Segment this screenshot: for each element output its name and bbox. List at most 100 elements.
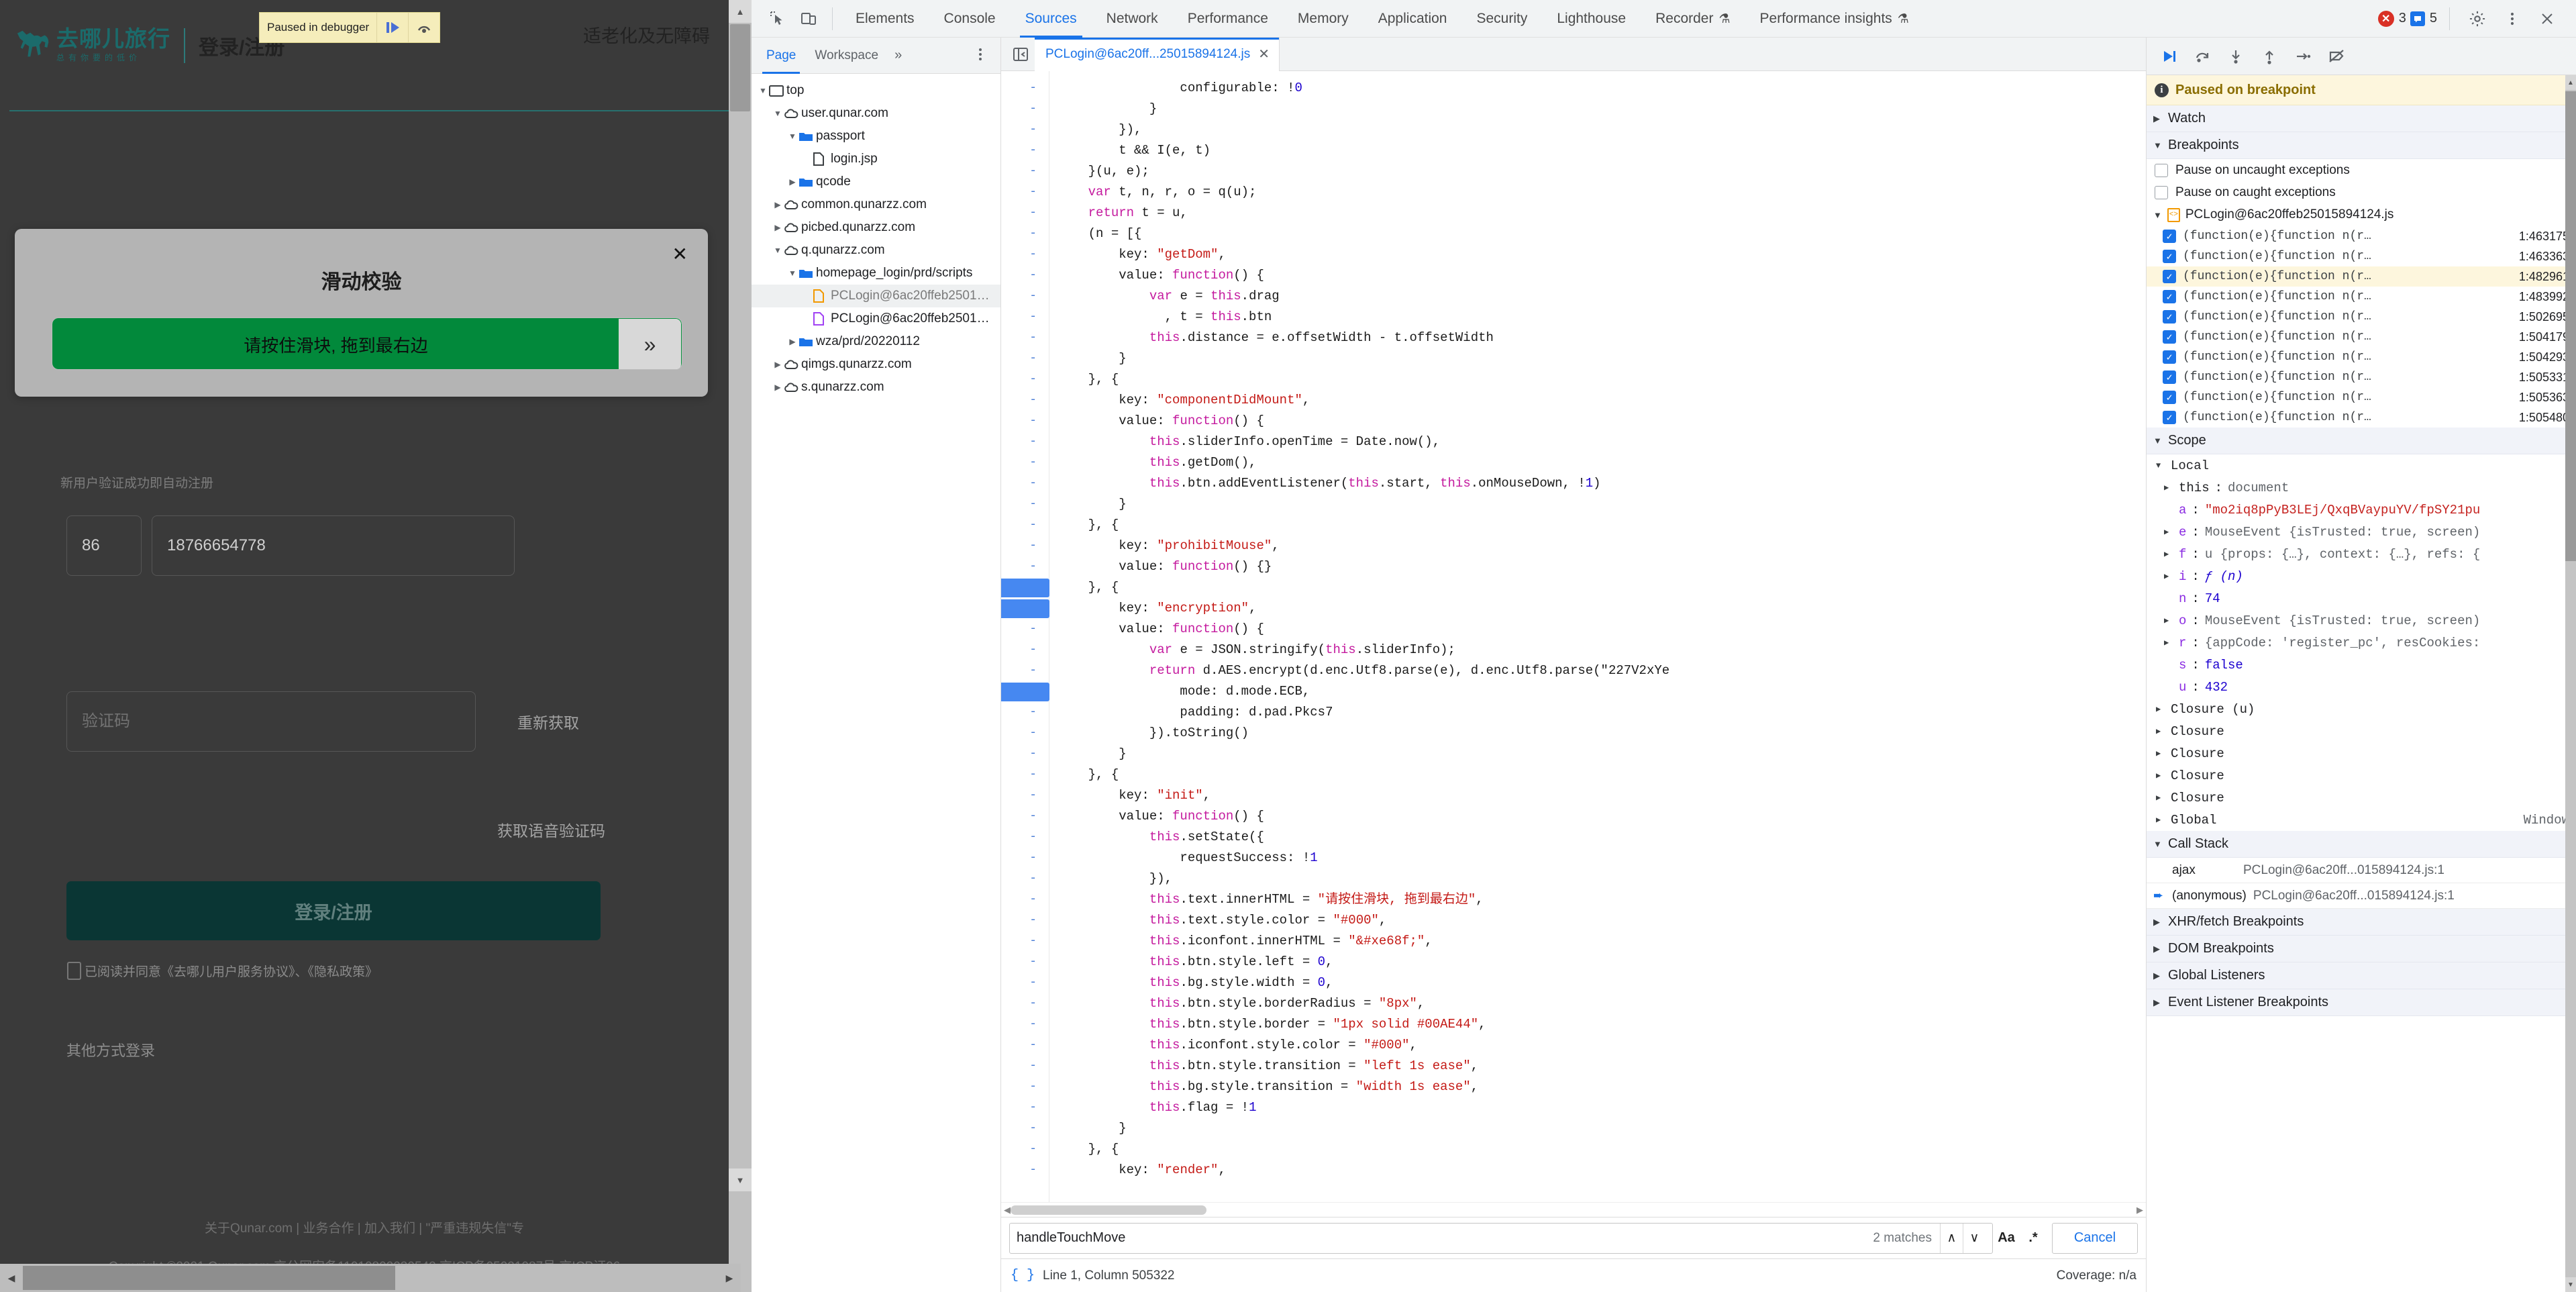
breakpoint-row[interactable]: ✓ (function(e){function n(r… 1:482961 bbox=[2147, 266, 2576, 287]
resume-script-icon[interactable] bbox=[2153, 41, 2184, 72]
editor-horizontal-scrollbar[interactable]: ◀ ▶ bbox=[1001, 1202, 2146, 1217]
step-into-icon[interactable] bbox=[2220, 41, 2251, 72]
chevron-right-icon[interactable]: ▶ bbox=[2164, 638, 2173, 648]
tab-elements[interactable]: Elements bbox=[841, 0, 929, 38]
country-code-input[interactable] bbox=[66, 515, 142, 576]
qunar-logo[interactable]: 去哪儿旅行 总有你要的低价 bbox=[15, 26, 170, 66]
chevron-double-right-icon[interactable]: » bbox=[888, 48, 909, 63]
file-tree-node[interactable]: PCLogin@6ac20ffeb2501589 bbox=[752, 285, 1000, 307]
breakpoint-row[interactable]: ✓ (function(e){function n(r… 1:505331 bbox=[2147, 367, 2576, 387]
file-tree-node[interactable]: ▶ wza/prd/20220112 bbox=[752, 330, 1000, 353]
tab-lighthouse[interactable]: Lighthouse bbox=[1542, 0, 1641, 38]
scope-global[interactable]: ▶ Global Window bbox=[2147, 809, 2576, 831]
section-scope[interactable]: ▼ Scope bbox=[2147, 428, 2576, 454]
more-options-icon[interactable] bbox=[2497, 3, 2528, 34]
file-tree-node[interactable]: ▶ s.qunarzz.com bbox=[752, 376, 1000, 399]
scroll-left-arrow[interactable]: ◀ bbox=[0, 1264, 23, 1292]
pause-caught-row[interactable]: Pause on caught exceptions bbox=[2147, 181, 2576, 203]
tab-sources[interactable]: Sources bbox=[1011, 0, 1092, 38]
file-tree-node[interactable]: ▶ qimgs.qunarzz.com bbox=[752, 353, 1000, 376]
other-login-methods-label[interactable]: 其他方式登录 bbox=[66, 1039, 155, 1060]
chevron-down-icon[interactable]: ▼ bbox=[786, 132, 798, 141]
scroll-down-arrow[interactable]: ▼ bbox=[2565, 1277, 2576, 1292]
tab-workspace[interactable]: Workspace bbox=[805, 38, 888, 74]
chevron-right-icon[interactable]: ▶ bbox=[786, 177, 798, 187]
editor-scroll-thumb[interactable] bbox=[1011, 1205, 1206, 1215]
code-content[interactable]: configurable: !0 } }), t && I(e, t) }(u,… bbox=[1049, 71, 2146, 1202]
chevron-down-icon[interactable]: ▼ bbox=[772, 109, 784, 118]
footer-links[interactable]: 关于Qunar.com | 业务合作 | 加入我们 | "严重违规失信"专 bbox=[0, 1218, 729, 1236]
file-tree-node[interactable]: ▼ passport bbox=[752, 125, 1000, 148]
file-tree-node[interactable]: ▶ qcode bbox=[752, 170, 1000, 193]
close-icon[interactable] bbox=[2532, 3, 2563, 34]
chevron-right-icon[interactable]: ▶ bbox=[772, 223, 784, 232]
closure-scope-row[interactable]: ▶ Closure bbox=[2147, 764, 2576, 787]
checkbox[interactable] bbox=[2155, 185, 2168, 199]
inspect-element-icon[interactable] bbox=[762, 3, 793, 34]
scroll-right-arrow[interactable]: ▶ bbox=[2134, 1203, 2146, 1218]
agreement-checkbox[interactable] bbox=[67, 962, 81, 980]
vertical-scroll-thumb[interactable] bbox=[730, 24, 750, 111]
chevron-right-icon[interactable]: ▶ bbox=[2164, 483, 2173, 493]
section-dom-breakpoints[interactable]: ▶ DOM Breakpoints bbox=[2147, 936, 2576, 962]
scope-variable-row[interactable]: ▶ i: ƒ (n) bbox=[2147, 565, 2576, 587]
section-xhr-breakpoints[interactable]: ▶ XHR/fetch Breakpoints bbox=[2147, 909, 2576, 936]
debugger-scrollbar[interactable]: ▲ ▼ bbox=[2565, 75, 2576, 1292]
file-tree-node[interactable]: ▼ q.qunarzz.com bbox=[752, 239, 1000, 262]
device-toolbar-icon[interactable] bbox=[793, 3, 824, 34]
file-tree-node[interactable]: ▶ picbed.qunarzz.com bbox=[752, 216, 1000, 239]
checkbox[interactable]: ✓ bbox=[2163, 270, 2176, 283]
section-call-stack[interactable]: ▼ Call Stack bbox=[2147, 831, 2576, 858]
tab-application[interactable]: Application bbox=[1363, 0, 1462, 38]
step-out-icon[interactable] bbox=[2254, 41, 2285, 72]
close-icon[interactable]: ✕ bbox=[672, 245, 688, 264]
checkbox[interactable] bbox=[2155, 163, 2168, 177]
error-count-badge[interactable]: ✕ 3 bbox=[2377, 10, 2406, 27]
closure-scope-row[interactable]: ▶ Closure (u) bbox=[2147, 698, 2576, 720]
breakpoint-row[interactable]: ✓ (function(e){function n(r… 1:504293 bbox=[2147, 347, 2576, 367]
scroll-right-arrow[interactable]: ▶ bbox=[718, 1264, 741, 1292]
message-count-badge[interactable]: 5 bbox=[2410, 11, 2437, 26]
editor-tab-pclogin[interactable]: PCLogin@6ac20ff...25015894124.js ✕ bbox=[1035, 37, 1280, 71]
scope-group-local[interactable]: ▼ Local bbox=[2147, 454, 2576, 477]
breakpoint-marker[interactable] bbox=[1001, 579, 1049, 597]
scope-variable-row[interactable]: ▶ f: u {props: {…}, context: {…}, refs: { bbox=[2147, 543, 2576, 565]
close-icon[interactable]: ✕ bbox=[1258, 46, 1270, 62]
chevron-down-icon[interactable]: ▼ bbox=[757, 86, 769, 95]
scope-variable-row[interactable]: a: "mo2iq8pPyB3LEj/QxqBVaypuYV/fpSY21pu bbox=[2147, 499, 2576, 521]
debugger-scroll-thumb[interactable] bbox=[2565, 91, 2576, 561]
chevron-right-icon[interactable]: ▶ bbox=[2156, 771, 2165, 781]
scope-variable-row[interactable]: s: false bbox=[2147, 654, 2576, 676]
scope-variable-row[interactable]: ▶ this: document bbox=[2147, 477, 2576, 499]
checkbox[interactable]: ✓ bbox=[2163, 411, 2176, 424]
closure-scope-row[interactable]: ▶ Closure bbox=[2147, 742, 2576, 764]
more-options-icon[interactable] bbox=[966, 46, 995, 64]
phone-number-input[interactable] bbox=[152, 515, 515, 576]
chevron-right-icon[interactable]: ▶ bbox=[772, 383, 784, 392]
scroll-up-arrow[interactable]: ▲ bbox=[729, 0, 752, 23]
file-tree-node[interactable]: PCLogin@6ac20ffeb2501589 bbox=[752, 307, 1000, 330]
chevron-right-icon[interactable]: ▶ bbox=[2156, 726, 2165, 736]
scope-variable-row[interactable]: ▶ o: MouseEvent {isTrusted: true, screen) bbox=[2147, 609, 2576, 632]
checkbox[interactable]: ✓ bbox=[2163, 230, 2176, 243]
tab-memory[interactable]: Memory bbox=[1283, 0, 1363, 38]
match-case-toggle[interactable]: Aa bbox=[1993, 1223, 2020, 1254]
file-tree-node[interactable]: login.jsp bbox=[752, 148, 1000, 170]
regain-code-link[interactable]: 重新获取 bbox=[517, 710, 579, 733]
chevron-right-icon[interactable]: ▶ bbox=[2164, 549, 2173, 559]
chevron-right-icon[interactable]: ▶ bbox=[772, 200, 784, 209]
file-tree-node[interactable]: ▼ user.qunar.com bbox=[752, 102, 1000, 125]
section-breakpoints[interactable]: ▼ Breakpoints bbox=[2147, 132, 2576, 159]
file-tree-node[interactable]: ▶ common.qunarzz.com bbox=[752, 193, 1000, 216]
agreement-row[interactable]: 已阅读并同意《去哪儿用户服务协议》、《隐私政策》 bbox=[67, 962, 378, 980]
breakpoint-row[interactable]: ✓ (function(e){function n(r… 1:463363 bbox=[2147, 246, 2576, 266]
chevron-right-icon[interactable]: ▶ bbox=[2156, 704, 2165, 714]
breakpoint-row[interactable]: ✓ (function(e){function n(r… 1:483992 bbox=[2147, 287, 2576, 307]
tab-performance-insights[interactable]: Performance insights ⚗ bbox=[1745, 0, 1924, 38]
checkbox[interactable]: ✓ bbox=[2163, 250, 2176, 263]
scope-variable-row[interactable]: ▶ r: {appCode: 'register_pc', resCookies: bbox=[2147, 632, 2576, 654]
horizontal-scroll-thumb[interactable] bbox=[23, 1266, 395, 1290]
page-horizontal-scrollbar[interactable]: ◀ ▶ bbox=[0, 1264, 741, 1292]
chevron-right-icon[interactable]: ▶ bbox=[2156, 748, 2165, 758]
verification-code-input[interactable] bbox=[66, 691, 476, 752]
